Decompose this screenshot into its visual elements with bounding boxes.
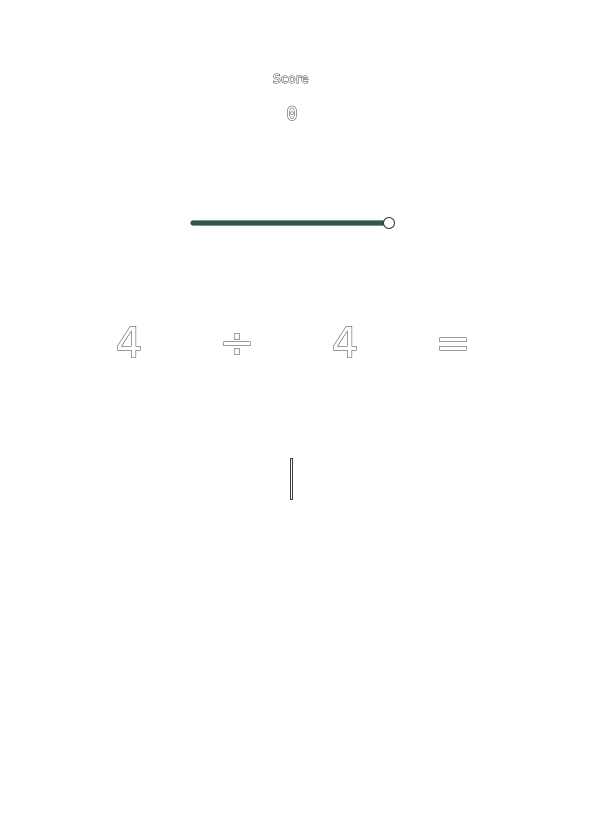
game-screen: { "score": { "label": "Score", "value": … bbox=[0, 0, 602, 826]
operator-divide: ÷ bbox=[219, 318, 255, 368]
timer-bar bbox=[191, 216, 395, 230]
timer-track bbox=[191, 221, 387, 225]
timer-end-marker bbox=[383, 217, 395, 229]
score-value: 0 bbox=[286, 103, 298, 125]
score-label: Score bbox=[272, 72, 310, 87]
answer-input[interactable] bbox=[241, 454, 341, 504]
timer-fill bbox=[191, 221, 387, 225]
operand-b: 4 bbox=[331, 318, 359, 368]
equals-sign: = bbox=[435, 318, 471, 368]
operand-a: 4 bbox=[115, 318, 143, 368]
text-cursor bbox=[290, 458, 293, 500]
